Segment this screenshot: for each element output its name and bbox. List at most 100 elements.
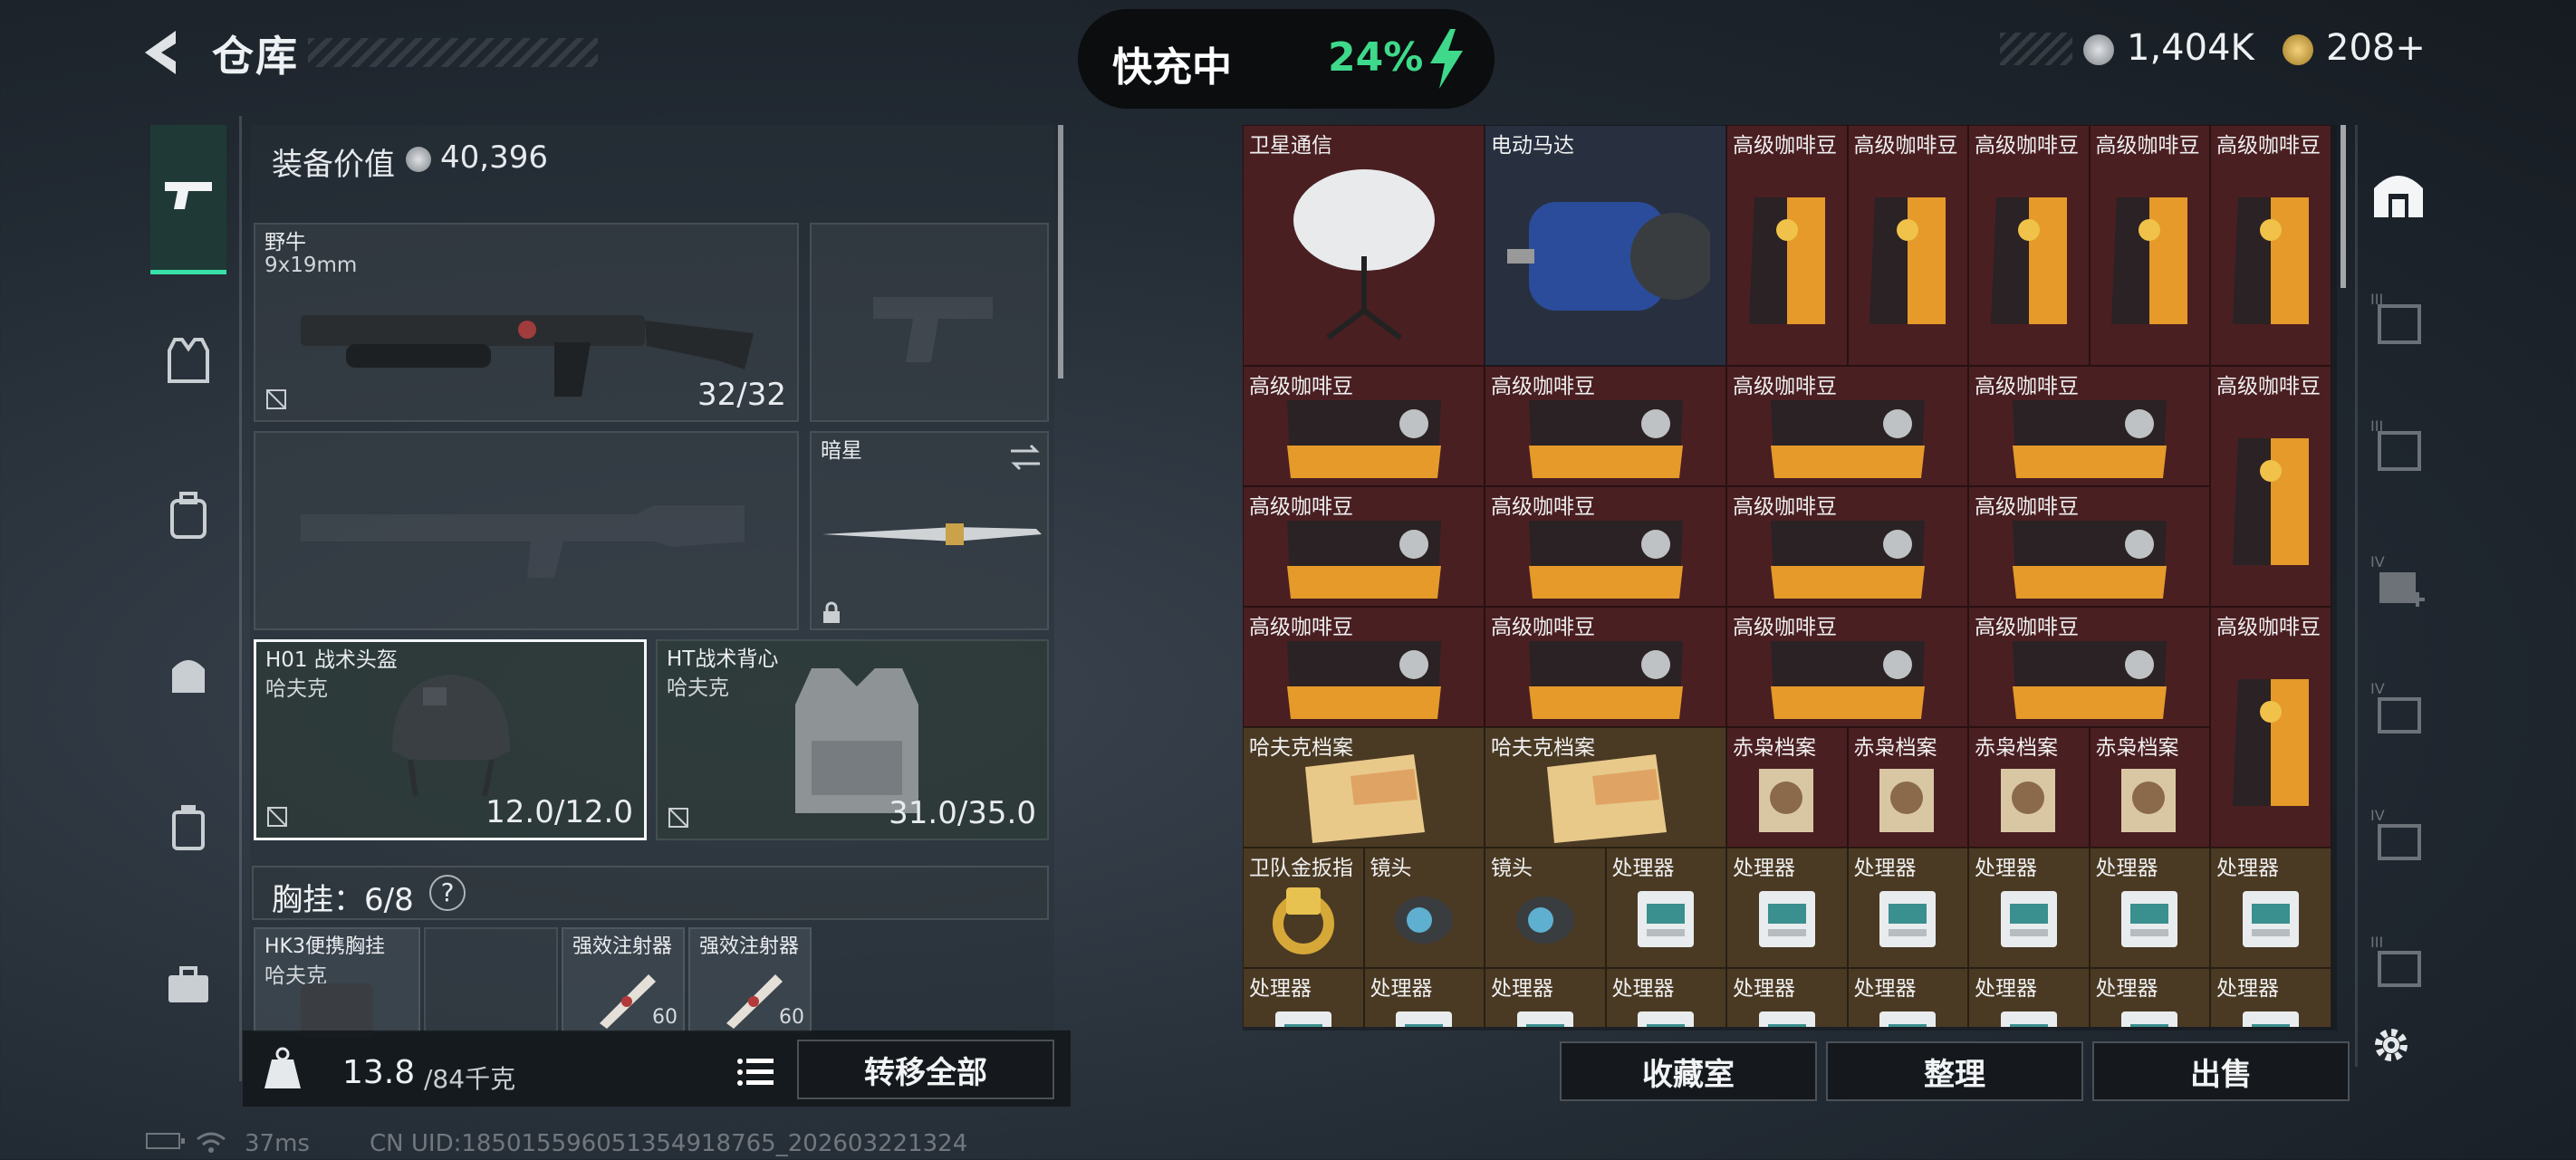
vault-button[interactable]: 收藏室 [1560,1041,1817,1101]
warehouse-item[interactable]: 高级咖啡豆 [1726,486,1968,607]
warehouse-item-image [2211,388,2331,606]
warehouse-item-name: 高级咖啡豆 [1975,616,2079,639]
warehouse-item[interactable]: 高级咖啡豆 [1726,125,1848,366]
ping-text: 37ms [245,1130,310,1157]
swap-icon[interactable] [1007,442,1043,473]
warehouse-item[interactable]: 高级咖啡豆 [2210,125,2331,366]
warehouse-item[interactable]: 处理器 [2089,968,2210,1027]
empty-rig-slot[interactable] [424,927,558,1032]
secondary-weapon-slot[interactable] [254,431,799,630]
warehouse-item[interactable]: 镜头 [1485,848,1606,968]
storage-tab-iii-c[interactable]: III [2367,931,2430,994]
warehouse-item[interactable]: 高级咖啡豆 [1485,486,1726,607]
warehouse-item-image [1244,750,1484,847]
warehouse-item[interactable]: 赤枭档案 [1847,727,1968,848]
warehouse-item[interactable]: 高级咖啡豆 [1726,366,1968,486]
transfer-all-button[interactable]: 转移全部 [797,1040,1054,1099]
sell-button[interactable]: 出售 [2092,1041,2350,1101]
warehouse-item[interactable]: 高级咖啡豆 [1243,607,1485,727]
warehouse-tab-icon[interactable] [2367,161,2430,225]
warehouse-item[interactable]: 卫星通信 [1243,125,1485,366]
warehouse-item[interactable]: 处理器 [1605,968,1726,1027]
warehouse-item[interactable]: 赤枭档案 [1726,727,1848,848]
storage-tab-iv[interactable]: IV [2367,677,2430,741]
rail-tab-case[interactable] [154,793,223,862]
helmet-slot[interactable]: H01 战术头盔 哈夫克 12.0/12.0 [254,639,647,840]
warehouse-item[interactable]: 处理器 [1726,968,1848,1027]
warehouse-item[interactable]: 卫队金扳指 [1243,848,1364,968]
warehouse-item-image [1727,509,1967,606]
warehouse-item[interactable]: 高级咖啡豆 [2210,607,2331,848]
sort-button[interactable]: 整理 [1826,1041,2083,1101]
settings-gear-icon[interactable] [2368,1021,2415,1069]
warehouse-item-name: 高级咖啡豆 [1733,375,1837,398]
category-rail [138,116,242,1081]
storage-tab-iii[interactable]: III [2367,288,2430,351]
warehouse-item[interactable]: 处理器 [2210,848,2331,968]
help-icon[interactable]: ? [429,875,466,911]
max-weight: /84千克 [424,1064,516,1094]
warehouse-item-image [2091,148,2210,365]
warehouse-item[interactable]: 高级咖啡豆 [1485,607,1726,727]
warehouse-item-name: 高级咖啡豆 [1733,134,1837,158]
warehouse-item[interactable]: 处理器 [2089,848,2210,968]
warehouse-item[interactable]: 高级咖啡豆 [1726,607,1968,727]
rail-tab-vest[interactable] [154,326,223,395]
warehouse-item[interactable]: 处理器 [1485,968,1606,1027]
rig-item-slot[interactable]: 强效注射器 60 [562,927,685,1032]
equipment-scrollbar[interactable] [1058,125,1063,379]
warehouse-item-name: 处理器 [2095,857,2158,880]
warehouse-item[interactable]: 处理器 [1847,848,1968,968]
warehouse-item[interactable]: 赤枭档案 [1968,727,2090,848]
warehouse-item[interactable]: 处理器 [1726,848,1848,968]
warehouse-item[interactable]: 高级咖啡豆 [1243,366,1485,486]
rig-item-slot[interactable]: HK3便携胸挂 哈夫克 [254,927,420,1038]
warehouse-item[interactable]: 处理器 [1968,848,2090,968]
rig-item-slot[interactable]: 强效注射器 60 [688,927,812,1032]
warehouse-item[interactable]: 哈夫克档案 [1485,727,1726,848]
warehouse-item[interactable]: 高级咖啡豆 [2210,366,2331,607]
armor-slot[interactable]: HT战术背心 哈夫克 31.0/35.0 [656,639,1049,840]
primary-weapon-slot[interactable]: 野牛 9x19mm 32/32 [254,223,799,422]
warehouse-item[interactable]: 高级咖啡豆 [1968,607,2210,727]
rail-tab-weapons[interactable] [154,161,223,230]
warehouse-item[interactable]: 处理器 [1363,968,1485,1027]
warehouse-scrollbar[interactable] [2341,125,2346,288]
warehouse-item[interactable]: 高级咖啡豆 [1968,125,2090,366]
warehouse-item[interactable]: 高级咖啡豆 [2089,125,2210,366]
back-button[interactable] [136,25,190,80]
warehouse-item[interactable]: 处理器 [1605,848,1726,968]
armor-durability: 31.0/35.0 [889,795,1036,831]
warehouse-item[interactable]: 镜头 [1363,848,1485,968]
storage-tab-iii-b[interactable]: III [2367,415,2430,478]
storage-tab-iv-add[interactable]: IV [2367,551,2430,614]
melee-slot[interactable]: 暗星 [810,431,1049,630]
warehouse-item[interactable]: 高级咖啡豆 [1485,366,1726,486]
warehouse-item[interactable]: 电动马达 [1485,125,1726,366]
warehouse-item-name: 镜头 [1370,857,1412,880]
warehouse-item[interactable]: 高级咖啡豆 [1968,366,2210,486]
warehouse-item[interactable]: 处理器 [2210,968,2331,1027]
storage-tab-iv-b[interactable]: IV [2367,804,2430,868]
warehouse-item-image [1727,388,1967,485]
rail-tab-backpack[interactable] [154,482,223,551]
warehouse-item[interactable]: 处理器 [1243,968,1364,1027]
warehouse-item[interactable]: 处理器 [1968,968,2090,1027]
currency-gold-amount[interactable]: 208+ [2326,27,2426,69]
warehouse-item[interactable]: 哈夫克档案 [1243,727,1485,848]
warehouse-item[interactable]: 赤枭档案 [2089,727,2210,848]
list-icon[interactable] [735,1054,775,1090]
page-title: 仓库 [212,32,299,81]
pistol-slot[interactable] [810,223,1049,422]
rail-tab-bag[interactable] [154,639,223,708]
warehouse-item[interactable]: 高级咖啡豆 [1243,486,1485,607]
rail-tab-toolbox[interactable] [154,951,223,1020]
warehouse-item-image [1485,870,1605,967]
warehouse-item[interactable]: 高级咖啡豆 [1847,125,1968,366]
svg-text:III: III [2370,934,2383,951]
warehouse-item[interactable]: 高级咖啡豆 [1968,486,2210,607]
warehouse-item-name: 处理器 [1491,977,1553,1001]
toolbox-icon [168,966,208,1002]
warehouse-item[interactable]: 处理器 [1847,968,1968,1027]
bag-icon [172,660,205,693]
